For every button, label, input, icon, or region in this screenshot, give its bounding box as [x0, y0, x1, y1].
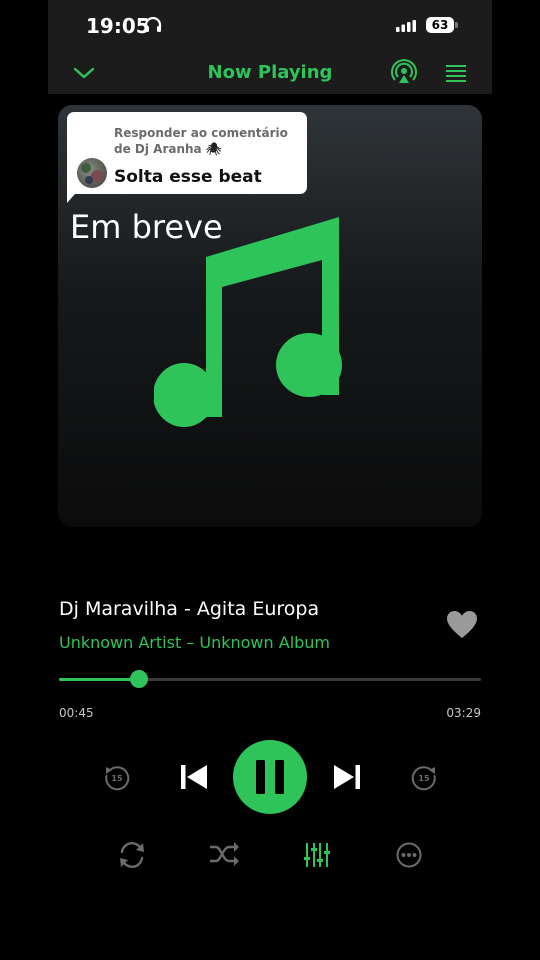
page-title: Now Playing	[207, 62, 333, 83]
airplay-icon[interactable]	[389, 58, 419, 88]
track-artist-album[interactable]: Unknown Artist – Unknown Album	[59, 633, 330, 652]
now-playing-screen: 19:05 63 Now Playing Responder ao coment…	[48, 0, 492, 960]
more-icon[interactable]	[396, 842, 422, 868]
avatar	[77, 158, 107, 188]
pause-button[interactable]	[233, 740, 307, 814]
total-time: 03:29	[446, 706, 481, 720]
spider-emoji: 🕷	[205, 142, 222, 156]
reply-bubble-tail	[67, 187, 81, 203]
heart-icon[interactable]	[446, 610, 478, 640]
forward-seconds: 15	[418, 773, 430, 783]
rewind-15-button[interactable]: 15	[102, 763, 132, 793]
cellular-signal-icon	[396, 20, 416, 32]
reply-header: Responder ao comentário de Dj Aranha 🕷	[114, 126, 288, 156]
shuffle-icon[interactable]	[208, 840, 240, 868]
pause-icon	[256, 760, 284, 794]
battery-indicator: 63	[426, 17, 454, 33]
equalizer-icon[interactable]	[304, 842, 330, 868]
album-artwork: Responder ao comentário de Dj Aranha 🕷 S…	[58, 105, 482, 527]
forward-15-button[interactable]: 15	[409, 763, 439, 793]
headphones-icon	[144, 17, 162, 32]
progress-fill	[59, 678, 140, 681]
rewind-seconds: 15	[111, 773, 123, 783]
repeat-icon[interactable]	[116, 839, 148, 871]
status-time: 19:05	[86, 14, 150, 38]
track-title: Dj Maravilha - Agita Europa	[59, 598, 320, 620]
now-playing-header: Now Playing	[48, 52, 492, 94]
progress-track[interactable]	[59, 670, 481, 688]
comment-reply-bubble: Responder ao comentário de Dj Aranha 🕷 S…	[67, 112, 307, 194]
previous-icon[interactable]	[179, 762, 209, 792]
reply-text: Solta esse beat	[114, 167, 262, 187]
next-icon[interactable]	[332, 762, 362, 792]
progress-knob[interactable]	[130, 670, 149, 688]
battery-tip	[455, 22, 458, 28]
music-note-icon	[154, 217, 342, 427]
status-bar: 19:05 63	[48, 0, 492, 52]
queue-menu-icon[interactable]	[441, 58, 471, 88]
elapsed-time: 00:45	[59, 706, 94, 720]
